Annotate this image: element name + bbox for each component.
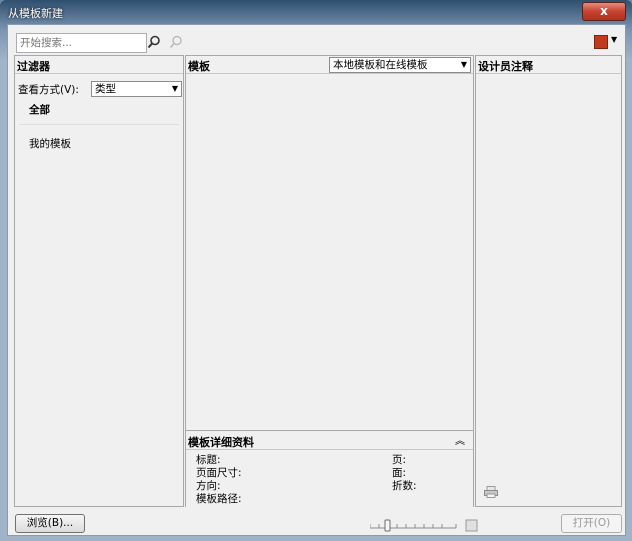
search-icon[interactable] bbox=[147, 35, 161, 49]
zoom-slider[interactable] bbox=[370, 519, 478, 533]
filter-header: 过滤器 bbox=[17, 60, 50, 73]
template-list[interactable] bbox=[186, 74, 473, 430]
browse-button[interactable]: 浏览(B)... bbox=[15, 514, 85, 533]
notes-header: 设计员注释 bbox=[478, 60, 533, 73]
chevron-down-icon[interactable]: ▼ bbox=[611, 35, 617, 44]
filter-panel: 过滤器 查看方式(V): 类型 ▼ 全部 我的模板 bbox=[14, 55, 184, 507]
divider bbox=[186, 449, 473, 450]
details-header: 模板详细资料 bbox=[188, 436, 254, 449]
open-button[interactable]: 打开(O) bbox=[561, 514, 622, 533]
detail-folds-label: 折数: bbox=[392, 480, 417, 492]
filter-item-my-templates[interactable]: 我的模板 bbox=[29, 136, 71, 151]
template-source-value: 本地模板和在线模板 bbox=[333, 59, 428, 71]
templates-header: 模板 bbox=[188, 60, 210, 73]
zoom-slider-thumb[interactable] bbox=[384, 519, 391, 532]
template-details-pane: 模板详细资料 ︽ 标题: 页面尺寸: 方向: 模板路径: 页: 面: 折数: bbox=[186, 430, 473, 507]
filter-item-all[interactable]: 全部 bbox=[29, 102, 50, 117]
dialog-window: 从模板新建 x ▼ 过滤器 查看方式(V): 类型 ▼ 全部 我的模板 bbox=[0, 0, 632, 541]
template-source-dropdown[interactable]: 本地模板和在线模板 ▼ bbox=[329, 57, 471, 73]
detail-path-label: 模板路径: bbox=[196, 493, 242, 505]
chevron-down-icon: ▼ bbox=[460, 60, 467, 69]
divider bbox=[19, 124, 179, 125]
divider bbox=[476, 73, 621, 74]
close-button[interactable]: x bbox=[582, 2, 626, 21]
window-title: 从模板新建 bbox=[8, 7, 63, 20]
dialog-client-area: ▼ 过滤器 查看方式(V): 类型 ▼ 全部 我的模板 模板 本地模板和在线模板… bbox=[7, 24, 626, 536]
collapse-icon[interactable]: ︽ bbox=[455, 432, 465, 447]
view-by-dropdown[interactable]: 类型 ▼ bbox=[91, 81, 182, 97]
title-bar[interactable]: 从模板新建 x bbox=[0, 0, 632, 24]
chevron-down-icon: ▼ bbox=[171, 84, 178, 93]
search-options-icon[interactable] bbox=[169, 35, 183, 49]
view-by-value: 类型 bbox=[95, 83, 116, 95]
view-by-label: 查看方式(V): bbox=[18, 84, 79, 96]
designer-notes-panel: 设计员注释 bbox=[475, 55, 622, 507]
zoom-large-icon[interactable] bbox=[465, 519, 478, 532]
templates-panel: 模板 本地模板和在线模板 ▼ 模板详细资料 ︽ 标题: 页面尺寸: 方向: 模板… bbox=[185, 55, 474, 507]
user-account-icon[interactable] bbox=[594, 35, 608, 49]
print-icon[interactable] bbox=[484, 486, 498, 498]
search-input[interactable] bbox=[16, 33, 147, 53]
divider bbox=[15, 73, 183, 74]
